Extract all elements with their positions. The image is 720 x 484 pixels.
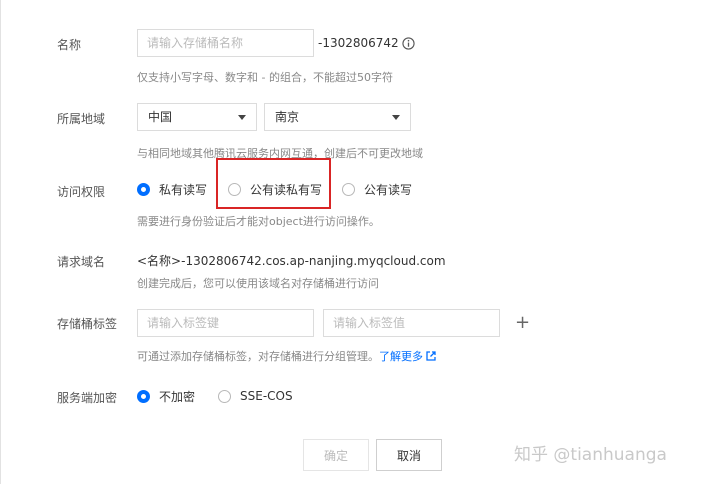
name-label: 名称 bbox=[57, 38, 82, 52]
domain-value: <名称>-1302806742.cos.ap-nanjing.myqcloud.… bbox=[137, 254, 446, 268]
city-select[interactable]: 南京 bbox=[264, 103, 411, 131]
tags-hint: 可通过添加存储桶标签，对存储桶进行分组管理。 bbox=[137, 350, 379, 363]
city-value: 南京 bbox=[275, 110, 300, 124]
region-label: 所属地域 bbox=[57, 112, 106, 126]
confirm-button[interactable]: 确定 bbox=[303, 439, 369, 471]
access-option-public-rw[interactable]: 公有读写 bbox=[342, 181, 412, 197]
domain-hint: 创建完成后，您可以使用该域名对存储桶进行访问 bbox=[137, 277, 379, 290]
name-hint: 仅支持小写字母、数字和 - 的组合，不能超过50字符 bbox=[137, 71, 393, 84]
tag-value-input[interactable] bbox=[323, 309, 500, 337]
highlight-box bbox=[216, 158, 331, 209]
chevron-down-icon bbox=[238, 115, 246, 120]
radio-unchecked-icon bbox=[218, 389, 231, 403]
cancel-button[interactable]: 取消 bbox=[376, 439, 442, 471]
info-icon[interactable] bbox=[402, 37, 415, 50]
page-left-border bbox=[0, 0, 1, 484]
tags-label: 存储桶标签 bbox=[57, 317, 118, 331]
watermark: 知乎 @tianhuanga bbox=[514, 445, 667, 465]
encryption-option-none[interactable]: 不加密 bbox=[137, 388, 195, 404]
external-link-icon bbox=[426, 351, 436, 361]
encryption-option-sse-cos[interactable]: SSE-COS bbox=[218, 388, 293, 404]
access-label: 访问权限 bbox=[57, 185, 106, 199]
add-tag-button[interactable]: + bbox=[515, 314, 530, 332]
country-value: 中国 bbox=[148, 110, 173, 124]
appid-suffix: -1302806742 bbox=[318, 36, 399, 50]
country-select[interactable]: 中国 bbox=[137, 103, 257, 131]
radio-checked-icon bbox=[137, 389, 150, 403]
tag-key-input[interactable] bbox=[137, 309, 314, 337]
tags-hint-row: 可通过添加存储桶标签，对存储桶进行分组管理。了解更多 bbox=[137, 348, 436, 364]
encryption-label: 服务端加密 bbox=[57, 391, 118, 405]
domain-label: 请求域名 bbox=[57, 255, 106, 269]
access-option-private[interactable]: 私有读写 bbox=[137, 181, 207, 197]
learn-more-link[interactable]: 了解更多 bbox=[379, 350, 436, 363]
access-hint: 需要进行身份验证后才能对object进行访问操作。 bbox=[137, 215, 380, 228]
radio-unchecked-icon bbox=[342, 182, 355, 196]
chevron-down-icon bbox=[392, 115, 400, 120]
bucket-name-input[interactable] bbox=[137, 29, 314, 57]
radio-checked-icon bbox=[137, 182, 150, 196]
